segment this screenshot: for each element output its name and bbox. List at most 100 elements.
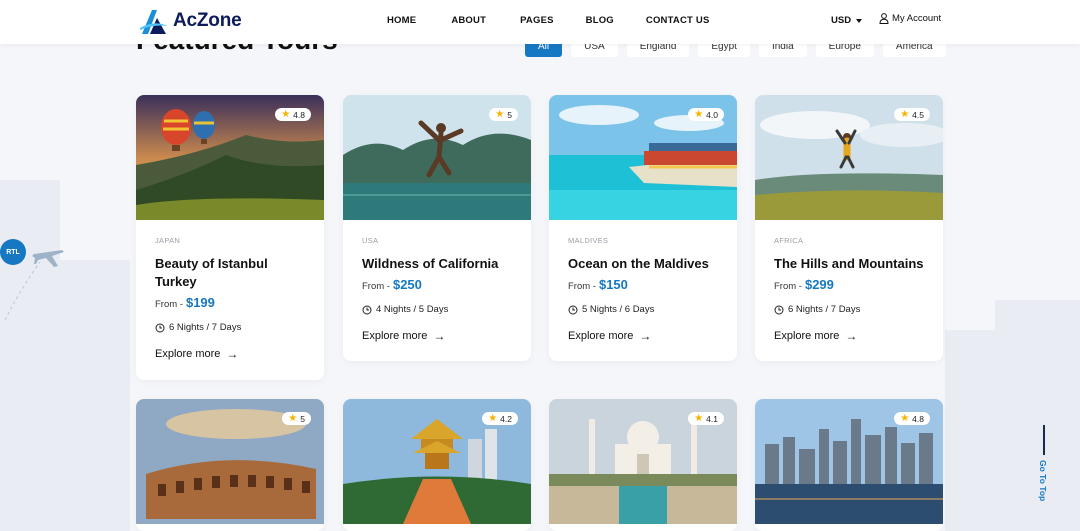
go-to-top-button[interactable]: Go To Top — [1036, 425, 1056, 515]
explore-label: Explore more — [568, 330, 634, 342]
nav-blog[interactable]: BLOG — [586, 15, 614, 26]
arrow-right-icon: → — [433, 329, 446, 343]
airplane-icon — [32, 250, 64, 267]
chevron-down-icon — [856, 18, 863, 23]
tour-card[interactable]: ★ 4.5 AFRICA The Hills and Mountains From… — [755, 95, 943, 361]
star-icon: ★ — [288, 413, 298, 424]
tour-card[interactable]: ★ 5 — [136, 399, 324, 531]
user-icon — [879, 13, 889, 24]
my-account-link[interactable]: My Account — [879, 13, 941, 24]
main-nav: HOME ABOUT PAGES BLOG CONTACT US — [387, 15, 744, 26]
go-to-top-line — [1043, 425, 1045, 455]
tour-duration: 6 Nights / 7 Days — [774, 304, 924, 315]
tour-image-hills-jump[interactable]: ★ 4.5 — [755, 95, 943, 220]
tour-price-row: From - $250 — [362, 277, 512, 292]
tour-title[interactable]: Wildness of California — [362, 255, 512, 273]
rating-value: 4.1 — [706, 413, 718, 424]
rtl-toggle-button[interactable]: RTL — [0, 239, 26, 265]
nav-pages[interactable]: PAGES — [520, 15, 554, 26]
clock-icon — [362, 305, 372, 314]
rating-badge: ★ 4.8 — [275, 108, 311, 121]
arrow-right-icon: → — [639, 329, 652, 343]
star-icon: ★ — [281, 109, 291, 120]
arrow-right-icon: → — [226, 347, 239, 361]
tour-price: $199 — [185, 295, 215, 310]
explore-more-link[interactable]: Explore more → — [155, 347, 305, 361]
tour-image-taj-mahal[interactable]: ★ 4.1 — [549, 399, 737, 524]
explore-label: Explore more — [774, 330, 840, 342]
star-icon: ★ — [488, 413, 498, 424]
tour-price-row: From - $150 — [568, 277, 718, 292]
rating-badge: ★ 4.2 — [482, 412, 518, 425]
tour-price: $150 — [598, 277, 628, 292]
price-prefix: From - — [568, 281, 596, 292]
duration-text: 6 Nights / 7 Days — [788, 304, 861, 315]
star-icon: ★ — [694, 109, 704, 120]
rating-value: 5 — [507, 109, 512, 120]
nav-contact[interactable]: CONTACT US — [646, 15, 710, 26]
logo-icon — [140, 10, 168, 34]
nav-home[interactable]: HOME — [387, 15, 416, 26]
rating-badge: ★ 5 — [282, 412, 311, 425]
tour-card[interactable]: ★ 5 USA Wildness of California From - $250… — [343, 95, 531, 361]
tour-price-row: From - $199 — [155, 295, 305, 310]
tour-country: AFRICA — [774, 236, 804, 245]
tour-duration: 4 Nights / 5 Days — [362, 304, 512, 315]
rating-value: 4.2 — [500, 413, 512, 424]
explore-label: Explore more — [155, 348, 221, 360]
tour-duration: 6 Nights / 7 Days — [155, 322, 305, 333]
tour-card[interactable]: ★ 4.2 — [343, 399, 531, 531]
explore-label: Explore more — [362, 330, 428, 342]
tour-card[interactable]: ★ 4.1 — [549, 399, 737, 531]
explore-more-link[interactable]: Explore more → — [568, 329, 718, 343]
clock-icon — [774, 305, 784, 314]
logo[interactable]: AcZone — [138, 6, 242, 36]
tour-country: USA — [362, 236, 379, 245]
tour-image-maldives-boat[interactable]: ★ 4.0 — [549, 95, 737, 220]
explore-more-link[interactable]: Explore more → — [362, 329, 512, 343]
tour-image-colosseum[interactable]: ★ 5 — [136, 399, 324, 524]
tour-image-pagoda[interactable]: ★ 4.2 — [343, 399, 531, 524]
site-header: AcZone HOME ABOUT PAGES BLOG CONTACT US … — [0, 0, 1080, 44]
duration-text: 5 Nights / 6 Days — [582, 304, 655, 315]
tour-price: $299 — [804, 277, 834, 292]
currency-selector[interactable]: USD — [831, 15, 863, 26]
rating-badge: ★ 4.0 — [688, 108, 724, 121]
tour-image-balloons[interactable]: ★ 4.8 — [136, 95, 324, 220]
rating-value: 4.5 — [912, 109, 924, 120]
rating-value: 5 — [300, 413, 305, 424]
tour-card[interactable]: ★ 4.0 MALDIVES Ocean on the Maldives From… — [549, 95, 737, 361]
clock-icon — [568, 305, 578, 314]
logo-text: AcZone — [173, 10, 242, 31]
rating-badge: ★ 4.5 — [894, 108, 930, 121]
tour-title[interactable]: The Hills and Mountains — [774, 255, 924, 273]
tour-image-lake-jump[interactable]: ★ 5 — [343, 95, 531, 220]
tour-country: MALDIVES — [568, 236, 609, 245]
nav-about[interactable]: ABOUT — [451, 15, 486, 26]
tour-image-skyline[interactable]: ★ 4.8 — [755, 399, 943, 524]
tour-title[interactable]: Ocean on the Maldives — [568, 255, 718, 273]
tour-country: JAPAN — [155, 236, 181, 245]
tour-card[interactable]: ★ 4.8 — [755, 399, 943, 531]
rating-value: 4.0 — [706, 109, 718, 120]
arrow-right-icon: → — [845, 329, 858, 343]
rating-value: 4.8 — [912, 413, 924, 424]
duration-text: 6 Nights / 7 Days — [169, 322, 242, 333]
duration-text: 4 Nights / 5 Days — [376, 304, 449, 315]
rating-badge: ★ 4.1 — [688, 412, 724, 425]
tour-duration: 5 Nights / 6 Days — [568, 304, 718, 315]
tour-price-row: From - $299 — [774, 277, 924, 292]
clock-icon — [155, 323, 165, 332]
rating-value: 4.8 — [293, 109, 305, 120]
star-icon: ★ — [694, 413, 704, 424]
rating-badge: ★ 4.8 — [894, 412, 930, 425]
price-prefix: From - — [155, 299, 183, 310]
star-icon: ★ — [900, 109, 910, 120]
tour-price: $250 — [392, 277, 422, 292]
explore-more-link[interactable]: Explore more → — [774, 329, 924, 343]
go-to-top-label: Go To Top — [1038, 460, 1048, 502]
star-icon: ★ — [495, 109, 505, 120]
tour-card[interactable]: ★ 4.8 JAPAN Beauty of Istanbul Turkey Fro… — [136, 95, 324, 380]
account-label: My Account — [892, 13, 942, 24]
tour-title[interactable]: Beauty of Istanbul Turkey — [155, 255, 305, 291]
